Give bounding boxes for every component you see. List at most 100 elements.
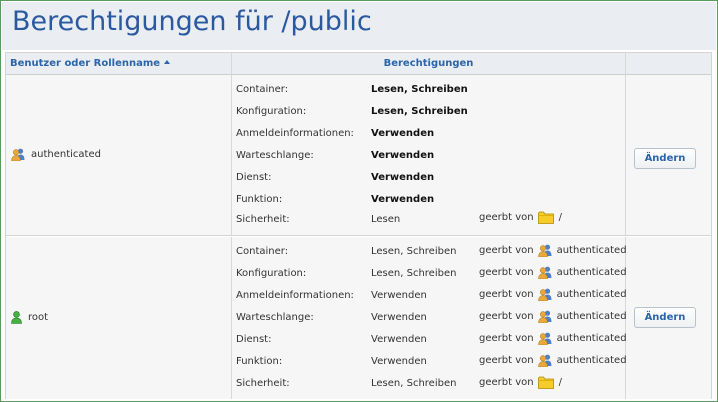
- permission-line: Sicherheit: Lesen, Schreiben geerbt von …: [236, 376, 624, 392]
- inherited-source: authenticated: [556, 267, 627, 278]
- sort-ascending-icon[interactable]: [164, 60, 171, 64]
- role-icon: [537, 332, 552, 345]
- user-name: root: [28, 312, 49, 323]
- inherited-from: geerbt von authenticated: [479, 288, 627, 301]
- permission-type: Konfiguration:: [236, 268, 307, 279]
- permission-line: Container: Lesen, Schreiben geerbt von a…: [236, 244, 627, 260]
- inherited-from: geerbt von /: [479, 376, 562, 389]
- title-bar: Berechtigungen für /public: [2, 2, 716, 50]
- inherited-source: /: [558, 212, 562, 223]
- permission-type: Sicherheit:: [236, 378, 290, 389]
- permission-line: Konfiguration: Lesen, Schreiben geerbt v…: [236, 266, 627, 282]
- permissions-page: Berechtigungen für /public Benutzer oder…: [0, 0, 718, 402]
- permission-value: Verwenden: [371, 150, 435, 161]
- column-header-permissions: Berechtigungen: [232, 53, 626, 75]
- permission-type: Konfiguration:: [236, 106, 307, 117]
- permission-value: Lesen, Schreiben: [371, 378, 457, 389]
- user-name: authenticated: [31, 149, 101, 160]
- permission-value: Lesen: [371, 214, 401, 225]
- role-icon: [11, 148, 25, 161]
- permission-type: Dienst:: [236, 334, 272, 345]
- permission-type: Anmeldeinformationen:: [236, 128, 354, 139]
- permission-line: Warteschlange: Verwenden: [236, 150, 624, 164]
- permissions-cell: Container: Lesen, Schreiben Konfiguratio…: [232, 75, 626, 235]
- permission-line: Container: Lesen, Schreiben: [236, 84, 624, 98]
- inherited-label: geerbt von: [479, 333, 534, 344]
- inherited-from: geerbt von authenticated: [479, 266, 627, 279]
- permissions-cell: Container: Lesen, Schreiben geerbt von a…: [232, 237, 627, 399]
- permission-value: Lesen, Schreiben: [371, 246, 457, 257]
- role-icon: [537, 244, 552, 257]
- table-row: root Container: Lesen, Schreiben geerbt …: [6, 237, 711, 399]
- inherited-label: geerbt von: [479, 212, 534, 223]
- table-row: authenticated Container: Lesen, Schreibe…: [6, 75, 711, 236]
- column-header-actions: [626, 53, 711, 75]
- inherited-label: geerbt von: [479, 289, 534, 300]
- permission-line: Konfiguration: Lesen, Schreiben: [236, 106, 624, 120]
- inherited-source: authenticated: [556, 311, 627, 322]
- permission-line: Anmeldeinformationen: Verwenden: [236, 128, 624, 142]
- role-icon: [537, 288, 552, 301]
- permission-type: Sicherheit:: [236, 214, 290, 225]
- column-header-user-label[interactable]: Benutzer oder Rollenname: [10, 58, 160, 69]
- permission-line: Funktion: Verwenden: [236, 194, 624, 208]
- user-cell: root: [6, 237, 232, 399]
- user-entry: authenticated: [11, 148, 101, 161]
- permission-type: Funktion:: [236, 194, 283, 205]
- permission-value: Verwenden: [371, 172, 435, 183]
- role-icon: [537, 354, 552, 367]
- column-header-permissions-label: Berechtigungen: [383, 58, 474, 69]
- folder-icon: [537, 211, 554, 224]
- page-title: Berechtigungen für /public: [12, 6, 372, 37]
- permission-type: Warteschlange:: [236, 312, 314, 323]
- permission-type: Funktion:: [236, 356, 283, 367]
- inherited-from: geerbt von /: [479, 211, 562, 224]
- inherited-from: geerbt von authenticated: [479, 310, 627, 323]
- permission-value: Lesen, Schreiben: [371, 84, 468, 95]
- permission-line: Dienst: Verwenden geerbt von authenticat…: [236, 332, 627, 348]
- inherited-source: authenticated: [556, 355, 627, 366]
- inherited-label: geerbt von: [479, 245, 534, 256]
- inherited-source: authenticated: [556, 289, 627, 300]
- permission-line: Dienst: Verwenden: [236, 172, 624, 186]
- permission-line: Sicherheit: Lesen geerbt von /: [236, 211, 624, 228]
- inherited-source: authenticated: [556, 333, 627, 344]
- inherited-from: geerbt von authenticated: [479, 354, 627, 367]
- permission-value: Verwenden: [371, 128, 435, 139]
- inherited-source: /: [558, 377, 562, 388]
- permission-type: Container:: [236, 246, 289, 257]
- folder-icon: [537, 376, 554, 389]
- change-button[interactable]: Ändern: [634, 307, 696, 328]
- inherited-label: geerbt von: [479, 355, 534, 366]
- permission-type: Dienst:: [236, 172, 272, 183]
- permission-type: Warteschlange:: [236, 150, 314, 161]
- permission-line: Warteschlange: Verwenden geerbt von auth…: [236, 310, 627, 326]
- action-cell: Ändern: [626, 237, 711, 399]
- user-entry: root: [11, 311, 48, 324]
- inherited-source: authenticated: [556, 245, 627, 256]
- permission-value: Verwenden: [371, 356, 427, 367]
- user-icon: [11, 311, 22, 324]
- permission-value: Verwenden: [371, 290, 427, 301]
- inherited-label: geerbt von: [479, 311, 534, 322]
- role-icon: [537, 310, 552, 323]
- inherited-from: geerbt von authenticated: [479, 332, 627, 345]
- change-button[interactable]: Ändern: [634, 148, 696, 169]
- permission-value: Lesen, Schreiben: [371, 106, 468, 117]
- permission-value: Verwenden: [371, 312, 427, 323]
- inherited-label: geerbt von: [479, 267, 534, 278]
- inherited-label: geerbt von: [479, 377, 534, 388]
- role-icon: [537, 266, 552, 279]
- user-cell: authenticated: [6, 75, 232, 235]
- permission-type: Anmeldeinformationen:: [236, 290, 354, 301]
- column-header-user[interactable]: Benutzer oder Rollenname: [6, 53, 232, 75]
- permission-value: Verwenden: [371, 194, 435, 205]
- permission-value: Verwenden: [371, 334, 427, 345]
- inherited-from: geerbt von authenticated: [479, 244, 627, 257]
- permission-type: Container:: [236, 84, 289, 95]
- permission-line: Anmeldeinformationen: Verwenden geerbt v…: [236, 288, 627, 304]
- permission-value: Lesen, Schreiben: [371, 268, 457, 279]
- action-cell: Ändern: [626, 75, 711, 235]
- permissions-table: Benutzer oder Rollenname Berechtigungen: [5, 52, 712, 399]
- permission-line: Funktion: Verwenden geerbt von authentic…: [236, 354, 627, 370]
